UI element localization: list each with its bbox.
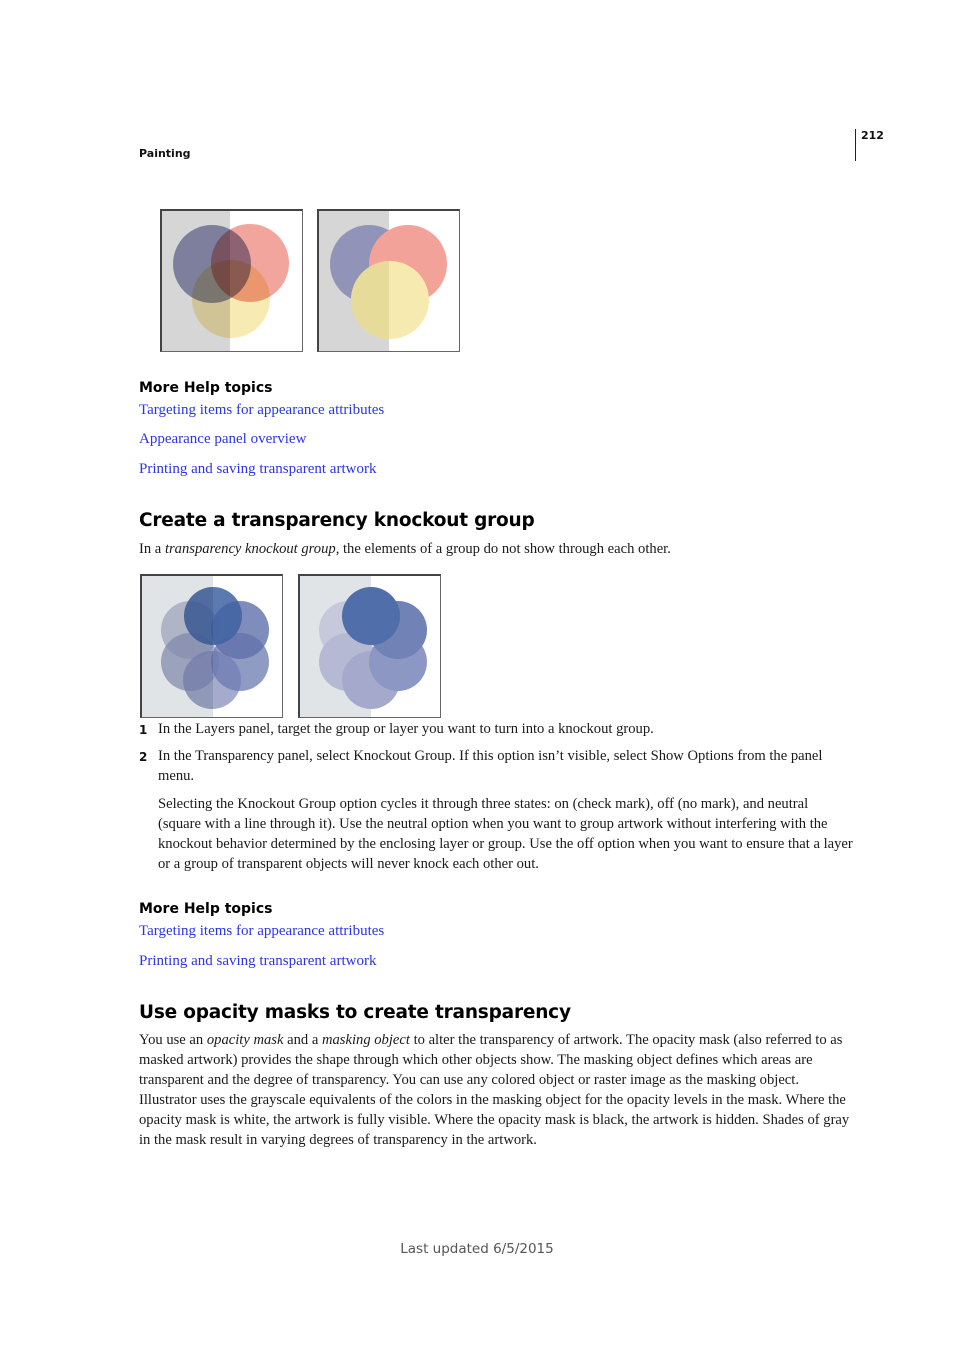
intro-term: transparency knockout group xyxy=(164,541,336,557)
section-heading-knockout-group: Create a transparency knockout group xyxy=(139,510,535,531)
help-link-targeting-items[interactable]: Targeting items for appearance attribute… xyxy=(139,402,384,419)
intro-text: In a xyxy=(139,541,165,557)
more-help-topics-heading: More Help topics xyxy=(139,901,273,917)
footer-last-updated: Last updated 6/5/2015 xyxy=(400,1241,554,1257)
term-masking-object: masking object xyxy=(321,1032,410,1048)
knockout-intro: In a transparency knockout group, the el… xyxy=(139,539,671,559)
para-text: You use an xyxy=(139,1032,207,1048)
figure-transparency-normal-art xyxy=(162,211,289,351)
header-divider xyxy=(855,129,856,161)
step-number: 2 xyxy=(139,750,148,764)
opacity-mask-paragraph: You use an opacity mask and a masking ob… xyxy=(139,1030,851,1150)
knockout-note: Selecting the Knockout Group option cycl… xyxy=(158,796,853,872)
step-number: 1 xyxy=(139,723,148,737)
intro-text-rest: , the elements of a group do not show th… xyxy=(335,541,671,557)
more-help-topics-heading: More Help topics xyxy=(139,380,273,396)
help-link-printing-saving[interactable]: Printing and saving transparent artwork xyxy=(139,461,376,478)
figure-knockout-off xyxy=(140,574,283,718)
help-link-appearance-panel[interactable]: Appearance panel overview xyxy=(139,431,306,448)
page-number: 212 xyxy=(861,129,884,142)
step-text: In the Layers panel, target the group or… xyxy=(158,721,654,737)
figure-knockout-on-art xyxy=(300,576,427,717)
help-link-printing-saving[interactable]: Printing and saving transparent artwork xyxy=(139,953,376,970)
figure-transparency-knockout-art xyxy=(319,211,447,351)
para-text: to alter the transparency of artwork. Th… xyxy=(139,1032,850,1148)
section-heading-opacity-masks: Use opacity masks to create transparency xyxy=(139,1002,571,1023)
help-link-targeting-items[interactable]: Targeting items for appearance attribute… xyxy=(139,923,384,940)
figure-knockout-on xyxy=(298,574,441,718)
term-opacity-mask: opacity mask xyxy=(206,1032,284,1048)
running-header-section: Painting xyxy=(139,147,191,160)
figure-transparency-normal xyxy=(160,209,303,352)
circle-top xyxy=(184,587,242,645)
figure-transparency-knockout xyxy=(317,209,460,352)
figure-knockout-off-art xyxy=(142,576,269,717)
yellow-circle xyxy=(192,260,270,338)
step-text: In the Transparency panel, select Knocko… xyxy=(158,748,823,784)
para-text: and a xyxy=(283,1032,322,1048)
circle-top xyxy=(342,587,400,645)
